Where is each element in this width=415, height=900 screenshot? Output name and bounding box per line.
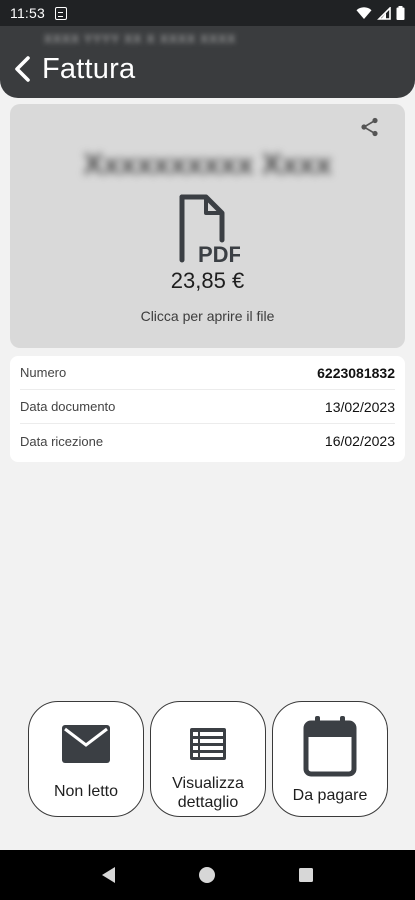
calendar-icon (303, 714, 357, 778)
share-icon[interactable] (359, 116, 381, 138)
list-icon (190, 720, 226, 768)
document-preview-card[interactable]: Xxxxxxxxxx Xxxx PDF 23,85 € Clicca per a… (10, 104, 405, 348)
detail-value: 16/02/2023 (324, 433, 395, 449)
screen: 11:53 XXXX YYYY XX X XXXX XXXX Fattura X… (0, 0, 415, 900)
detail-value: 13/02/2023 (324, 398, 395, 415)
detail-row-data-documento: Data documento 13/02/2023 (20, 390, 395, 424)
app-header: 11:53 XXXX YYYY XX X XXXX XXXX Fattura (0, 0, 415, 98)
status-icons (356, 6, 405, 20)
detail-row-numero: Numero 6223081832 (20, 356, 395, 390)
recents-square-icon[interactable] (286, 855, 326, 895)
detail-row-data-ricezione: Data ricezione 16/02/2023 (20, 424, 395, 458)
header-row: Fattura (10, 50, 135, 88)
chevron-left-icon[interactable] (10, 53, 34, 85)
header-subtitle: XXXX YYYY XX X XXXX XXXX (44, 32, 237, 46)
action-label: Non letto (53, 783, 119, 800)
envelope-icon (62, 720, 110, 768)
wifi-icon (356, 6, 372, 19)
pdf-file-type: PDF (198, 242, 240, 266)
status-bar: 11:53 (0, 0, 415, 26)
page-title: Fattura (42, 52, 136, 85)
back-triangle-icon[interactable] (89, 855, 129, 895)
detail-label: Data ricezione (20, 433, 104, 449)
sim-icon (55, 6, 67, 20)
view-detail-button[interactable]: Visualizza dettaglio (150, 701, 266, 817)
home-circle-icon[interactable] (187, 855, 227, 895)
status-time: 11:53 (10, 5, 45, 21)
system-navigation-bar (0, 850, 415, 900)
action-bar: Non letto Visualizza dettaglio Da pagare (28, 701, 388, 819)
mark-unread-button[interactable]: Non letto (28, 701, 144, 817)
document-amount: 23,85 € (170, 268, 245, 293)
battery-icon (396, 6, 405, 20)
detail-value: 6223081832 (317, 364, 395, 381)
company-name: Xxxxxxxxxx Xxxx (83, 148, 332, 181)
pdf-file-icon: PDF (179, 194, 240, 266)
action-label: Da pagare (292, 787, 368, 804)
document-details: Numero 6223081832 Data documento 13/02/2… (10, 356, 405, 462)
detail-label: Data documento (20, 399, 116, 414)
detail-label: Numero (20, 365, 67, 380)
open-file-hint: Clicca per aprire il file (140, 308, 275, 324)
action-label: Visualizza dettaglio (172, 775, 244, 811)
to-pay-button[interactable]: Da pagare (272, 701, 388, 817)
signal-icon (377, 6, 391, 20)
